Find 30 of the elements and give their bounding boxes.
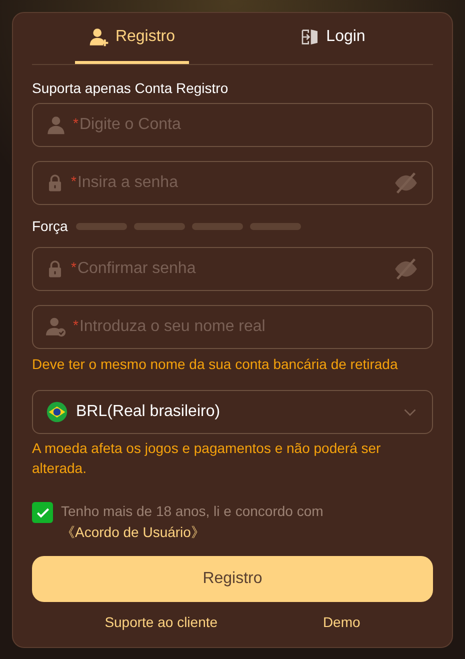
- text-input[interactable]: Introduza o seu nome real: [79, 315, 419, 339]
- required-mark: *: [71, 172, 76, 190]
- currency-note: A moeda afeta os jogos e pagamentos e não poderá ser alterada.: [32, 439, 382, 478]
- lock-icon: [46, 259, 64, 279]
- user-add-icon: [89, 27, 110, 47]
- text-input[interactable]: Digite o Conta: [79, 113, 419, 137]
- currency-select[interactable]: BRL(Real brasileiro): [32, 390, 433, 434]
- tab[interactable]: Login: [286, 13, 380, 64]
- agreement-link[interactable]: 《Acordo de Usuário》: [61, 524, 205, 540]
- lock-icon: [46, 173, 64, 193]
- notice-text: Suporta apenas Conta Registro: [32, 79, 230, 97]
- door-icon: [300, 27, 320, 47]
- required-mark: *: [71, 258, 76, 276]
- text-input[interactable]: Insira a senha: [77, 171, 386, 195]
- flag-icon: [46, 401, 68, 423]
- person-icon: [46, 115, 66, 135]
- checkbox[interactable]: [32, 502, 53, 523]
- footer-link[interactable]: Suporte ao cliente: [104, 612, 218, 633]
- text-input[interactable]: Confirmar senha: [77, 257, 386, 281]
- tab[interactable]: Registro: [75, 13, 190, 64]
- required-mark: *: [73, 114, 78, 132]
- register-button[interactable]: Registro: [32, 556, 433, 602]
- eye-off-icon[interactable]: [393, 170, 419, 196]
- hint-text: Deve ter o mesmo nome da sua conta bancária de retirada: [32, 355, 399, 373]
- eye-off-icon[interactable]: [393, 256, 419, 282]
- required-mark: *: [73, 316, 78, 334]
- agreement-text: Tenho mais de 18 anos, li e concordo com 《Acordo de Usuário》: [61, 502, 324, 542]
- footer-link[interactable]: Demo: [322, 612, 360, 633]
- person-check-icon: [46, 317, 66, 337]
- strength-label: Força: [32, 216, 68, 236]
